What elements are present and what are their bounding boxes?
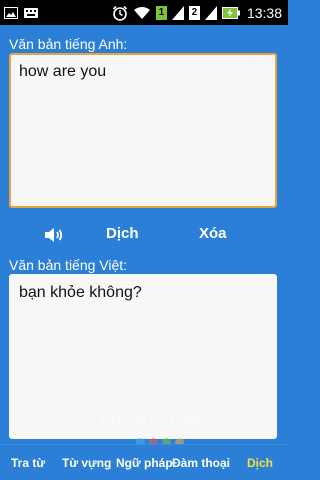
sim2-badge: 2 bbox=[188, 5, 200, 20]
target-label: Văn bản tiếng Việt: bbox=[9, 257, 128, 273]
translate-button[interactable]: Dịch bbox=[106, 225, 139, 242]
status-left-icons bbox=[4, 4, 38, 21]
battery-charging-icon bbox=[221, 6, 240, 19]
signal-icon bbox=[171, 5, 184, 20]
nav-tu-vung[interactable]: Từ vựng bbox=[62, 456, 111, 470]
watermark: Download.com.vn bbox=[100, 406, 251, 432]
source-text-value: how are you bbox=[19, 63, 107, 80]
bottom-nav: Tra từ Từ vựng Ngữ pháp Đàm thoại Dịch bbox=[0, 444, 288, 480]
source-text-input[interactable]: how are you bbox=[9, 53, 277, 208]
clear-button[interactable]: Xóa bbox=[199, 225, 227, 242]
target-text-value: bạn khỏe không? bbox=[19, 284, 142, 301]
image-icon bbox=[4, 6, 18, 19]
action-row: Dịch Xóa bbox=[0, 220, 288, 250]
wifi-icon bbox=[133, 6, 150, 19]
clock: 13:38 bbox=[246, 4, 282, 21]
watermark-brand: Download bbox=[100, 406, 210, 431]
alarm-icon bbox=[112, 5, 128, 21]
nav-dam-thoai[interactable]: Đàm thoại bbox=[172, 456, 230, 470]
speaker-icon[interactable] bbox=[42, 223, 66, 247]
nav-tra-tu[interactable]: Tra từ bbox=[11, 456, 45, 470]
nav-ngu-phap[interactable]: Ngữ pháp bbox=[116, 456, 173, 470]
nav-dich[interactable]: Dịch bbox=[247, 456, 273, 470]
keyboard-icon bbox=[24, 7, 38, 18]
sim1-badge: 1 bbox=[155, 5, 167, 20]
source-label: Văn bản tiếng Anh: bbox=[9, 36, 128, 52]
signal-icon-2 bbox=[204, 5, 217, 20]
status-right-icons: 1 2 13:38 bbox=[112, 3, 282, 22]
status-bar: 1 2 13:38 bbox=[0, 0, 288, 25]
watermark-suffix: .com.vn bbox=[209, 417, 252, 429]
